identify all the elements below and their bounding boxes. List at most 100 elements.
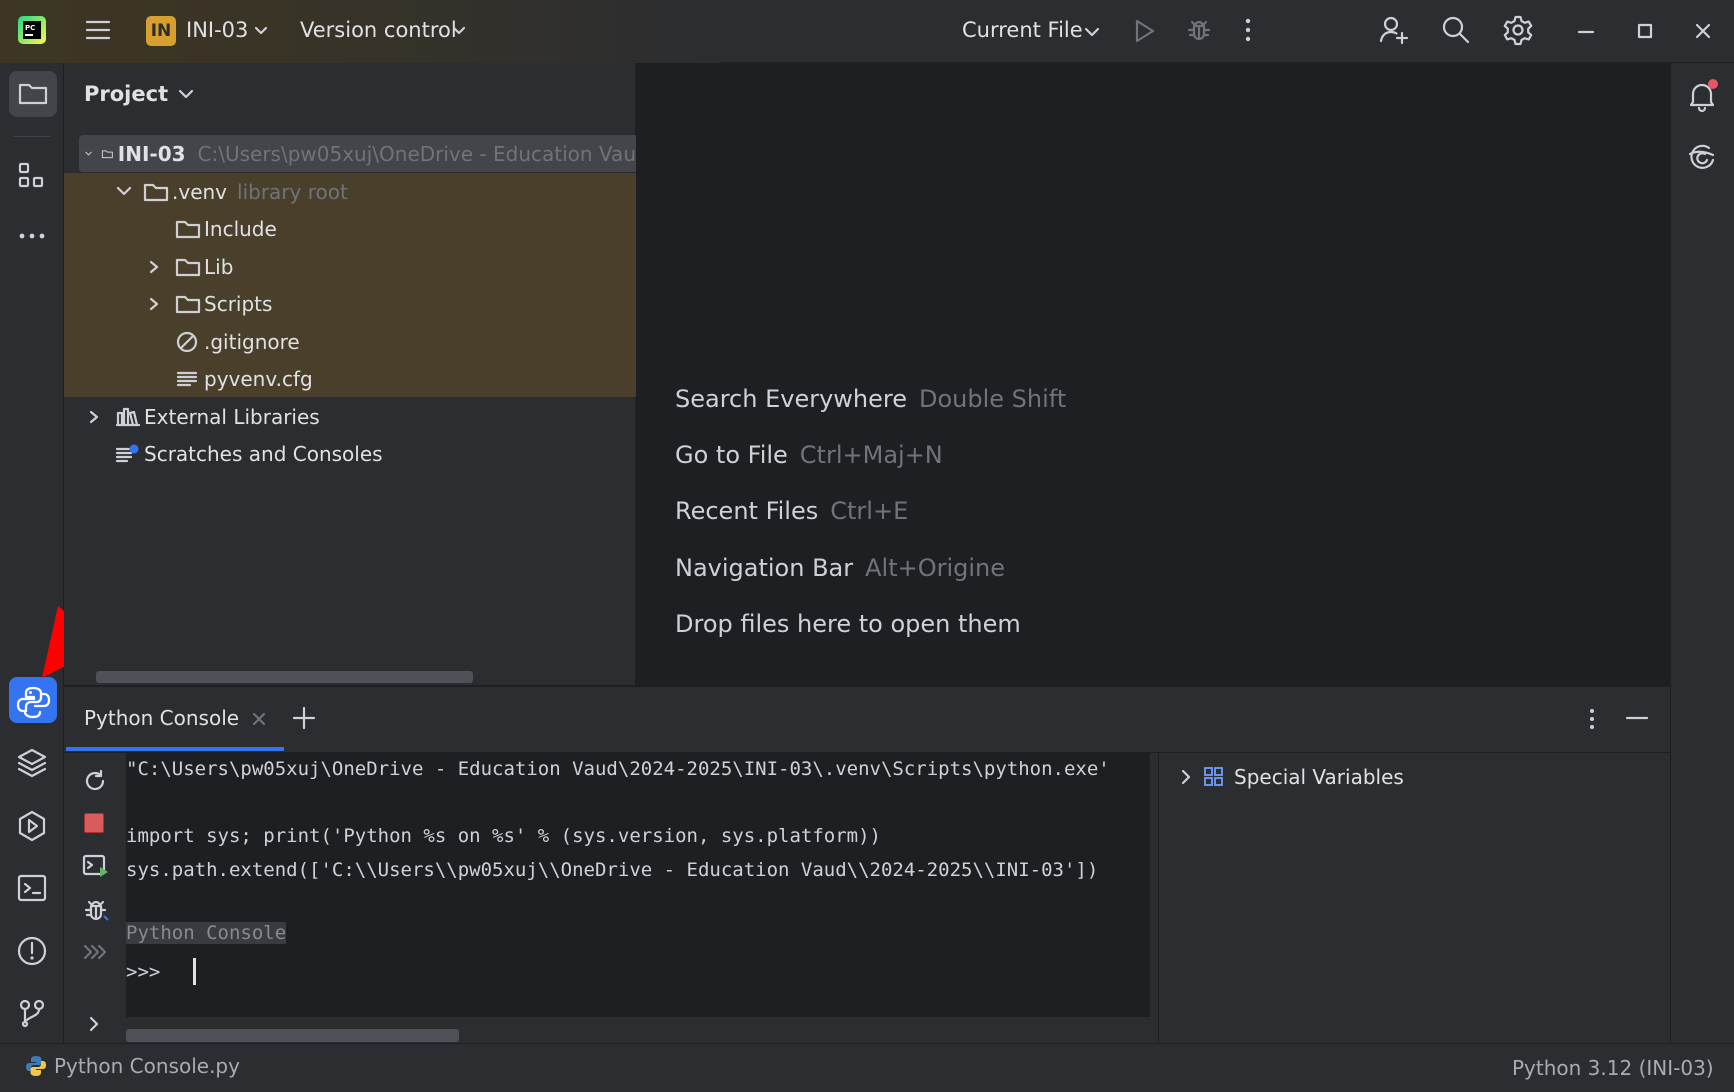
settings-gear-icon[interactable] xyxy=(1502,14,1534,46)
library-icon xyxy=(115,407,141,426)
chevron-right-icon xyxy=(149,297,159,310)
services-icon[interactable] xyxy=(14,808,50,844)
tree-row-external-libraries[interactable]: External Libraries xyxy=(84,398,320,435)
chevron-right-icon xyxy=(149,260,159,273)
chevron-down-icon xyxy=(116,186,132,195)
add-console-icon[interactable] xyxy=(292,706,316,730)
scratches-label: Scratches and Consoles xyxy=(144,441,383,466)
hide-panel-icon[interactable] xyxy=(1626,716,1648,720)
run-icon[interactable] xyxy=(1132,17,1158,45)
chevron-down-icon[interactable] xyxy=(452,24,466,38)
hint-search-everywhere: Search Everywhere Double Shift xyxy=(675,385,1066,413)
tree-item-label: .gitignore xyxy=(204,329,300,354)
soft-wrap-icon[interactable] xyxy=(82,942,110,962)
tree-item-label: Scripts xyxy=(204,291,273,316)
tree-row-lib[interactable]: Lib xyxy=(144,248,233,285)
hint-shortcut: Alt+Origine xyxy=(865,554,1006,582)
tree-row-include[interactable]: Include xyxy=(174,210,277,247)
tree-row-venv[interactable]: .venv library root xyxy=(114,173,348,210)
project-badge-text: IN xyxy=(150,21,172,41)
debug-icon[interactable] xyxy=(1185,16,1213,44)
attach-debugger-icon[interactable] xyxy=(82,896,110,924)
terminal-icon[interactable] xyxy=(14,870,50,906)
hint-label: Search Everywhere xyxy=(675,385,907,413)
git-branch-icon[interactable] xyxy=(14,996,50,1032)
console-line: import sys; print('Python %s on %s' % (s… xyxy=(126,825,881,847)
code-with-me-icon[interactable] xyxy=(1378,14,1410,46)
python-file-icon xyxy=(26,1056,46,1076)
more-tool-windows-icon[interactable] xyxy=(14,224,50,248)
folder-icon xyxy=(175,220,201,238)
project-badge[interactable]: IN xyxy=(146,16,176,46)
interpreter-selector[interactable]: Python 3.12 (INI-03) xyxy=(1512,1056,1714,1080)
interpreter-label: Python 3.12 (INI-03) xyxy=(1512,1056,1714,1080)
python-packages-icon[interactable] xyxy=(14,745,50,781)
more-actions-icon[interactable] xyxy=(1243,16,1253,44)
console-output-area[interactable] xyxy=(126,753,1150,1017)
text-cursor xyxy=(193,958,196,985)
rerun-icon[interactable] xyxy=(82,768,108,794)
console-line: sys.path.extend(['C:\\Users\\pw05xuj\\On… xyxy=(126,859,1099,881)
special-variables-label: Special Variables xyxy=(1234,765,1404,789)
tree-row-scripts[interactable]: Scripts xyxy=(144,285,272,322)
expand-toolbar-icon[interactable] xyxy=(86,1015,102,1033)
run-configuration-label: Current File xyxy=(962,18,1083,42)
chevron-down-icon xyxy=(179,89,194,99)
project-name: INI-03 xyxy=(186,18,249,42)
active-tab-indicator xyxy=(66,747,284,751)
tab-python-console[interactable]: Python Console xyxy=(84,706,239,730)
status-file-breadcrumb[interactable]: Python Console.py xyxy=(24,1054,240,1078)
tree-row-project-root[interactable]: INI-03 C:\Users\pw05xuj\OneDrive - Educa… xyxy=(84,135,636,172)
execute-console-icon[interactable] xyxy=(82,853,110,879)
search-icon[interactable] xyxy=(1440,14,1472,46)
external-libraries-label: External Libraries xyxy=(144,404,320,429)
maximize-window-icon[interactable] xyxy=(1637,23,1653,39)
main-menu-icon[interactable] xyxy=(84,16,112,44)
close-window-icon[interactable] xyxy=(1695,23,1711,39)
tree-item-label: Lib xyxy=(204,254,234,279)
tree-item-label: pyvenv.cfg xyxy=(204,366,313,391)
project-panel-title: Project xyxy=(84,82,169,106)
toolbar-separator xyxy=(14,136,50,137)
close-tab-icon[interactable] xyxy=(252,712,266,726)
pycharm-logo-icon[interactable]: PC xyxy=(18,16,46,44)
structure-icon[interactable] xyxy=(14,158,50,194)
chevron-down-icon[interactable] xyxy=(1084,25,1100,39)
python-console-tool-button[interactable] xyxy=(9,677,57,723)
stop-icon[interactable] xyxy=(84,813,104,833)
chevron-down-icon[interactable] xyxy=(254,24,268,38)
tree-row-pyvenv-cfg[interactable]: pyvenv.cfg xyxy=(174,360,313,397)
hint-shortcut: Double Shift xyxy=(919,385,1067,413)
notifications-bell-icon[interactable] xyxy=(1684,78,1720,114)
special-variables-node[interactable]: Special Variables xyxy=(1178,765,1404,789)
folder-icon xyxy=(175,295,201,313)
ignore-file-icon xyxy=(176,331,198,352)
hint-label: Navigation Bar xyxy=(675,554,854,582)
run-configuration-selector[interactable]: Current File xyxy=(962,18,1083,42)
hint-shortcut: Ctrl+Maj+N xyxy=(799,441,943,469)
console-prompt: >>> xyxy=(126,961,161,983)
project-view-selector[interactable]: Project xyxy=(84,82,194,106)
chevron-down-icon xyxy=(85,151,92,155)
minimize-window-icon[interactable] xyxy=(1578,30,1594,34)
project-selector[interactable]: INI-03 xyxy=(186,18,248,42)
options-menu-icon[interactable] xyxy=(1588,707,1596,731)
svg-text:PC: PC xyxy=(25,24,35,32)
problems-icon[interactable] xyxy=(14,933,50,969)
version-control-menu[interactable]: Version control xyxy=(300,18,457,42)
console-banner: Python Console xyxy=(126,922,287,944)
folder-icon xyxy=(143,183,169,201)
horizontal-scrollbar[interactable] xyxy=(126,1029,459,1042)
project-tool-button[interactable] xyxy=(9,71,57,117)
hint-recent-files: Recent Files Ctrl+E xyxy=(675,497,908,525)
scratches-icon xyxy=(115,444,139,462)
ai-assistant-icon[interactable] xyxy=(1684,140,1720,176)
tree-row-scratches[interactable]: Scratches and Consoles xyxy=(114,435,383,472)
hint-go-to-file: Go to File Ctrl+Maj+N xyxy=(675,441,943,469)
venv-hint: library root xyxy=(237,179,348,204)
status-file-name: Python Console.py xyxy=(54,1054,240,1078)
right-tool-window-bar xyxy=(1670,63,1734,1043)
horizontal-scrollbar[interactable] xyxy=(96,671,473,683)
folder-icon xyxy=(18,83,48,105)
tree-row-gitignore[interactable]: .gitignore xyxy=(174,323,300,360)
